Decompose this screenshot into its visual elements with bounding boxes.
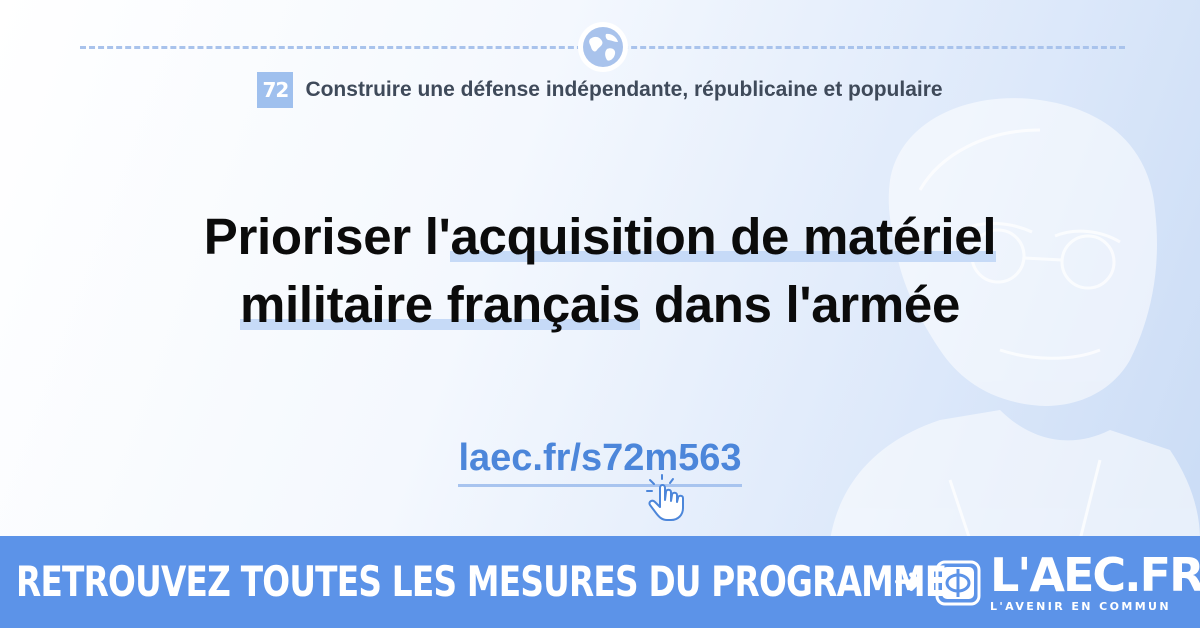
brand-name: L'AEC.FR	[990, 548, 1200, 602]
chapter-number-badge: 72	[257, 72, 294, 108]
headline-line2-highlight: militaire français	[239, 276, 640, 333]
chapter-heading: 72 Construire une défense indépendante, …	[0, 72, 1200, 108]
headline-line1-highlight: acquisition de matériel	[450, 208, 997, 265]
arrow-right-icon: ➜	[893, 561, 924, 602]
globe-badge	[578, 22, 628, 72]
chapter-title: Construire une défense indépendante, rép…	[305, 78, 943, 101]
short-link[interactable]: laec.fr/s72m563	[458, 434, 742, 487]
banner-call-to-action[interactable]: RETROUVEZ TOUTES LES MESURES DU PROGRAMM…	[16, 556, 947, 608]
measure-headline: Prioriser l'acquisition de matériel mili…	[100, 203, 1100, 339]
phi-logo-icon	[935, 560, 981, 606]
bottom-banner[interactable]: RETROUVEZ TOUTES LES MESURES DU PROGRAMM…	[0, 536, 1200, 628]
pointer-hand-icon	[646, 474, 684, 521]
share-card: 72 Construire une défense indépendante, …	[0, 0, 1200, 628]
globe-icon	[583, 27, 623, 67]
brand-tagline: L'AVENIR EN COMMUN	[990, 600, 1171, 613]
short-link-row: laec.fr/s72m563	[0, 434, 1200, 487]
headline-line2-text: dans l'armée	[639, 276, 961, 333]
headline-line1-text: Prioriser l'	[203, 208, 451, 265]
